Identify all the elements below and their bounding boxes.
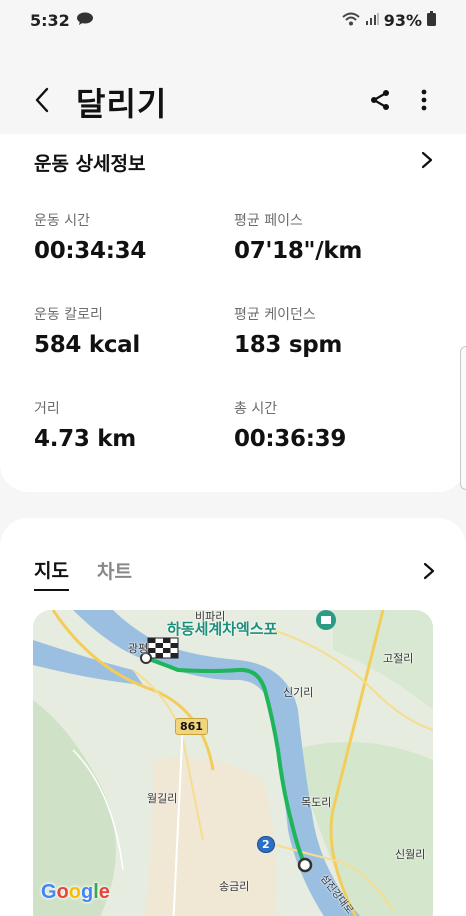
battery-text: 93% [383,10,422,30]
stat-label: 평균 페이스 [234,213,303,229]
stat-value: 00:36:39 [234,426,347,452]
finish-flag-icon [147,637,179,659]
app-bar: 달리기 [0,70,466,134]
stat-value: 07'18"/km [234,238,363,264]
workout-details-card: 운동 상세정보 운동 시간 00:34:34 평균 페이스 07'18"/km … [0,134,466,492]
stat-value: 183 spm [234,332,343,358]
stat-value: 00:34:34 [34,238,147,264]
scroll-handle[interactable] [460,346,466,490]
stat-label: 운동 칼로리 [34,307,103,323]
more-icon [420,88,428,116]
chevron-right-icon[interactable] [422,561,436,585]
chat-bubble-icon [76,11,94,30]
more-options-button[interactable] [404,82,444,122]
page-title: 달리기 [76,85,168,123]
route-2-badge: 2 [257,836,275,853]
details-title: 운동 상세정보 [34,152,146,175]
map-label-gwangpyeong: 광평 [128,642,149,655]
map-label-singiri: 신기리 [283,686,314,699]
details-header[interactable]: 운동 상세정보 [34,146,434,178]
google-logo: Google [41,881,110,903]
chevron-right-icon[interactable] [420,150,434,174]
back-button[interactable] [22,82,62,122]
back-icon [33,86,51,118]
status-time: 5:32 [30,10,70,30]
map-card: 지도 차트 비파리 하동세계차엑스포 광평 고절리 신기리 861 월길리 목도… [0,518,466,916]
route-861-badge: 861 [175,718,208,735]
battery-icon [427,10,436,30]
map-label-wolgilli: 월길리 [147,792,178,805]
share-button[interactable] [360,82,400,122]
tab-chart[interactable]: 차트 [97,557,132,590]
map-tabs: 지도 차트 [34,556,436,591]
stat-label: 거리 [34,401,60,417]
tab-map[interactable]: 지도 [34,556,69,591]
stat-calories: 운동 칼로리 584 kcal [34,304,224,358]
stat-total-time: 총 시간 00:36:39 [234,398,424,452]
stat-value: 584 kcal [34,332,140,358]
signal-icon [365,11,379,30]
wifi-icon [342,11,360,30]
stat-avg-cadence: 평균 케이던스 183 spm [234,304,424,358]
status-bar: 5:32 93% [0,0,466,40]
stat-value: 4.73 km [34,426,136,452]
stat-distance: 거리 4.73 km [34,398,224,452]
map-label-singeumri: 송금리 [219,880,250,893]
route-map[interactable]: 비파리 하동세계차엑스포 광평 고절리 신기리 861 월길리 목도리 2 신월… [33,610,433,916]
map-label-gojeolli: 고절리 [383,652,414,665]
map-label-sinwolli: 신월리 [395,848,426,861]
map-label-mokdori: 목도리 [301,796,332,809]
stat-duration: 운동 시간 00:34:34 [34,210,224,264]
share-icon [368,88,392,116]
map-label-expo: 하동세계차엑스포 [167,620,278,638]
stat-label: 총 시간 [234,401,278,417]
map-background [33,610,433,916]
stat-avg-pace: 평균 페이스 07'18"/km [234,210,424,264]
stat-label: 평균 케이던스 [234,307,316,323]
stat-label: 운동 시간 [34,213,90,229]
